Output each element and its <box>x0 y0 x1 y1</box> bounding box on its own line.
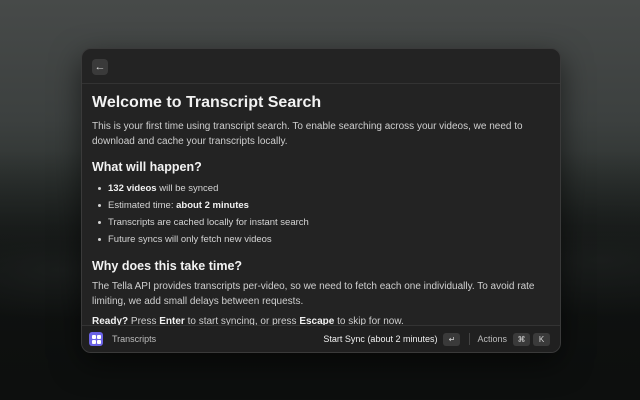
intro-text: This is your first time using transcript… <box>92 121 523 147</box>
arrow-left-icon: ← <box>94 60 106 73</box>
divider <box>469 333 471 345</box>
transcript-search-window: ← Welcome to Transcript Search This is y… <box>81 48 561 353</box>
start-sync-button[interactable]: Start Sync (about 2 minutes) <box>323 334 437 344</box>
section-heading-what-will-happen: What will happen? <box>92 160 202 174</box>
happen-list: 132 videos will be synced Estimated time… <box>92 180 550 248</box>
k-key: K <box>533 332 550 346</box>
back-button[interactable]: ← <box>92 59 108 75</box>
why-text: The Tella API provides transcripts per-v… <box>92 281 535 307</box>
action-bar: Transcripts Start Sync (about 2 minutes)… <box>82 325 560 352</box>
app-name: Transcripts <box>112 334 157 344</box>
cmd-key-icon: ⌘ <box>513 332 530 346</box>
list-item: Transcripts are cached locally for insta… <box>98 214 550 231</box>
list-item: Future syncs will only fetch new videos <box>98 231 550 248</box>
section-heading-why: Why does this take time? <box>92 259 243 273</box>
actions-button[interactable]: Actions <box>477 334 507 344</box>
list-item: Estimated time: about 2 minutes <box>98 197 550 214</box>
main-content: Welcome to Transcript Search This is you… <box>82 84 560 329</box>
transcripts-app-icon <box>89 332 103 346</box>
window-topbar: ← <box>82 49 560 84</box>
enter-key-icon: ↵ <box>443 332 461 346</box>
list-item: 132 videos will be synced <box>98 180 550 197</box>
page-title: Welcome to Transcript Search <box>92 94 322 111</box>
